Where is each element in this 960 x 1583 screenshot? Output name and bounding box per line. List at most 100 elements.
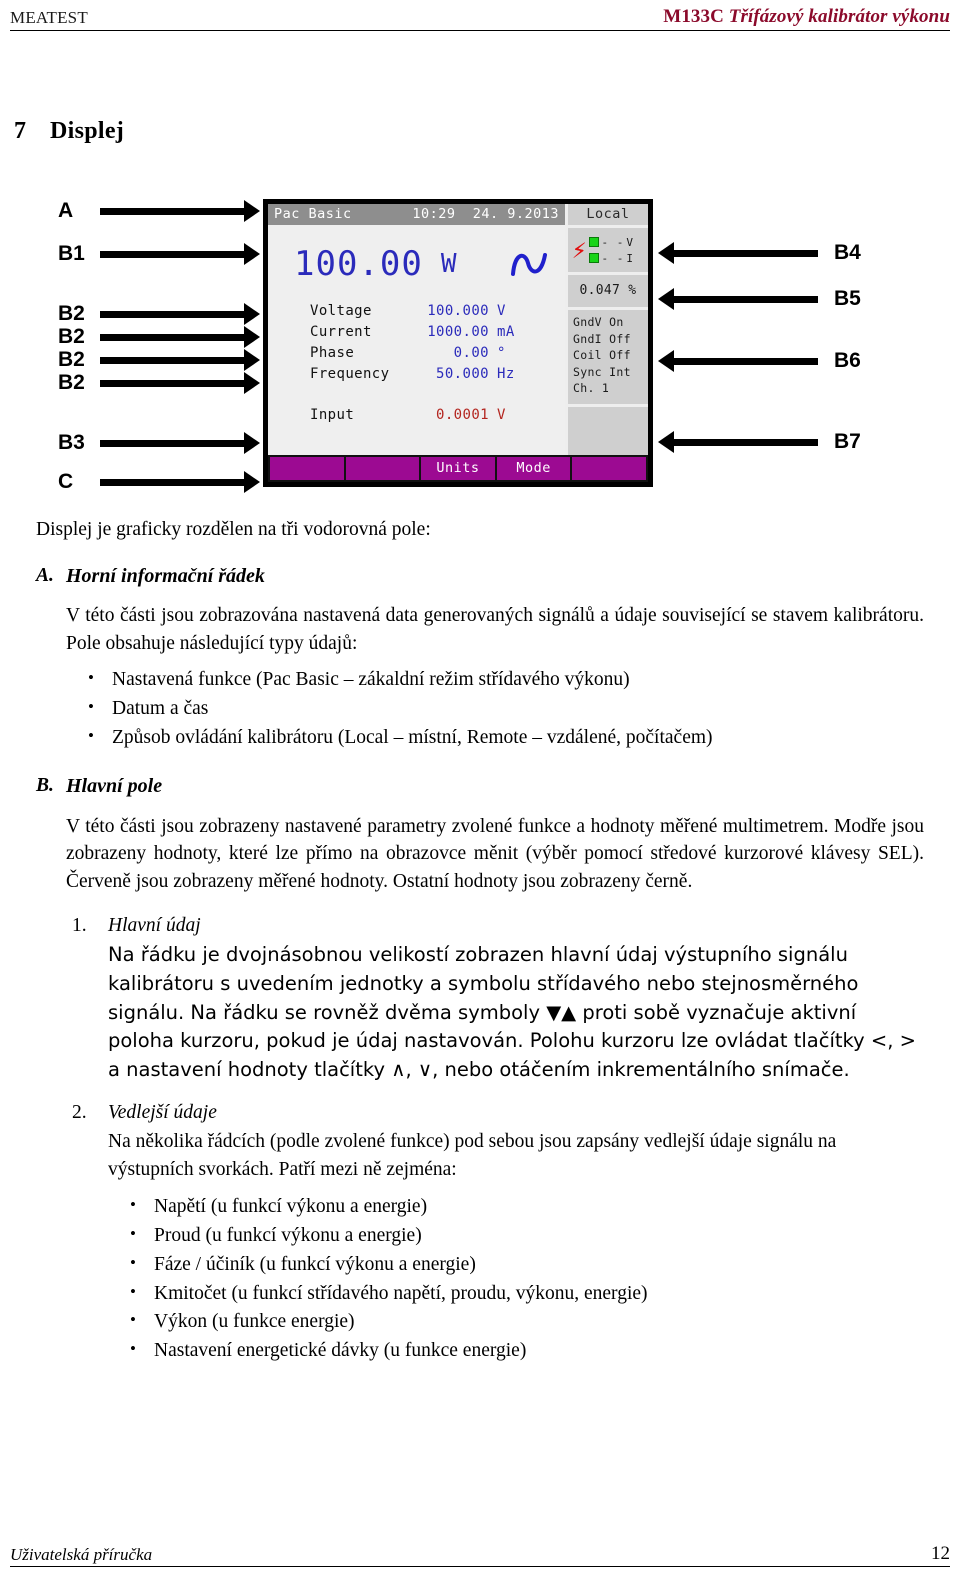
callout-label: B2 — [58, 348, 85, 371]
section-number: 7 — [14, 118, 27, 144]
section-title: Displej — [50, 118, 125, 144]
arrow-left-icon — [658, 350, 818, 372]
section-a-content: Horní informační řádek V této části jsou… — [66, 562, 924, 754]
lcd-status-list: GndV On GndI Off Coil Off Sync Int Ch. 1 — [568, 310, 648, 404]
lcd-topbar-main: Pac Basic 10:29 24. 9.2013 — [268, 204, 565, 225]
item-number: 2. — [72, 1101, 87, 1123]
lcd-inner: Pac Basic 10:29 24. 9.2013 Local 100.00 … — [268, 204, 648, 482]
list-item: Výkon (u funkce energie) — [108, 1308, 924, 1336]
section-b-content: Hlavní pole V této části jsou zobrazeny … — [66, 772, 924, 1379]
lcd-parameter-table: Voltage 100.000 V Current 1000.00 mA Pha… — [268, 303, 565, 387]
softkey-5[interactable] — [572, 457, 646, 480]
numbered-item-2: 2. Vedlejší údaje Na několika řádcích (p… — [66, 1099, 924, 1366]
page-footer: Uživatelská příručka 12 — [10, 1543, 950, 1567]
callout-label: B2 — [58, 371, 85, 394]
lcd-uncertainty-value: 0.047 % — [568, 275, 648, 307]
callout-b3: B3 — [58, 431, 260, 455]
callout-label: C — [58, 470, 74, 493]
callout-b6: B6 — [658, 349, 861, 373]
lcd-parameter-value: 1000.00 — [427, 324, 489, 340]
numbered-item-1: 1. Hlavní údaj Na řádku je dvojnásobnou … — [66, 912, 924, 1085]
lcd-date: 24. 9.2013 — [472, 206, 559, 222]
item-text: Na řádku je dvojnásobnou velikostí zobra… — [108, 943, 916, 1082]
callout-label: B2 — [58, 302, 85, 325]
lcd-status-column: ⚡ - - V - - I 0.047 % GndV On GndI Off C… — [568, 225, 648, 455]
footer-document-name: Uživatelská příručka — [10, 1545, 153, 1564]
terminal-rows: - - V - - I — [589, 236, 633, 265]
lcd-parameter-name: Phase — [310, 345, 355, 361]
callout-label: A — [58, 199, 74, 222]
callout-label: B6 — [834, 349, 861, 372]
lcd-parameter-unit: mA — [497, 324, 515, 340]
lcd-parameter-value: 0.00 — [453, 345, 489, 361]
callout-b2-current: B2 — [58, 325, 260, 349]
lcd-top-info-bar: Pac Basic 10:29 24. 9.2013 Local — [268, 204, 648, 225]
item-text: Na několika řádcích (podle zvolené funkc… — [108, 1131, 837, 1181]
softkey-mode[interactable]: Mode — [496, 457, 571, 480]
item-title: Vedlejší údaje — [108, 1101, 217, 1123]
section-b: B. Hlavní pole V této části jsou zobraze… — [36, 772, 924, 1379]
status-line-gndv: GndV On — [573, 315, 624, 329]
lcd-parameter-unit: Hz — [497, 366, 515, 382]
arrow-right-icon — [100, 243, 260, 265]
list-item: Nastavení energetické dávky (u funkce en… — [108, 1337, 924, 1365]
item-title: Hlavní údaj — [108, 914, 201, 936]
terminal-row-voltage: - - V — [589, 236, 633, 249]
terminal-row-current: - - I — [589, 252, 633, 265]
status-line-channel: Ch. 1 — [573, 381, 610, 395]
lcd-parameter-row: Current 1000.00 mA — [268, 324, 565, 345]
lcd-parameter-unit: ° — [497, 345, 506, 361]
header-document-title: M133C Třífázový kalibrátor výkonu — [663, 6, 950, 28]
arrow-left-icon — [658, 431, 818, 453]
terminal-label: V — [626, 235, 634, 249]
lcd-parameter-value: 50.000 — [436, 366, 489, 382]
lcd-terminal-status: ⚡ - - V - - I — [568, 228, 648, 272]
lcd-function-name: Pac Basic — [274, 206, 352, 222]
callout-label: B4 — [834, 241, 861, 264]
arrow-right-icon — [100, 432, 260, 454]
arrow-left-icon — [658, 242, 818, 264]
lcd-main-field: 100.00 W Voltage 100.000 V Current 1000.… — [268, 225, 565, 455]
lcd-parameter-name: Voltage — [310, 303, 372, 319]
led-green-icon — [589, 237, 600, 247]
status-line-gndi: GndI Off — [573, 331, 631, 346]
list-item: Nastavená funkce (Pac Basic – zákaldní r… — [66, 666, 924, 694]
section-b-item2-bullets: Napětí (u funkcí výkonu a energie) Proud… — [108, 1193, 924, 1365]
callout-label: B1 — [58, 242, 85, 265]
callout-label: B3 — [58, 431, 85, 454]
list-item: Napětí (u funkcí výkonu a energie) — [108, 1193, 924, 1221]
lcd-softkey-bar: Units Mode — [268, 455, 648, 482]
list-item: Způsob ovládání kalibrátoru (Local – mís… — [66, 724, 924, 752]
arrow-right-icon — [100, 471, 260, 493]
lcd-parameter-value: 100.000 — [427, 303, 489, 319]
terminal-label: I — [626, 251, 634, 265]
section-a-marker: A. — [36, 564, 54, 586]
softkey-units[interactable]: Units — [421, 457, 495, 480]
lcd-main-value: 100.00 — [294, 244, 423, 284]
list-item: Fáze / účiník (u funkcí výkonu a energie… — [108, 1251, 924, 1279]
arrow-right-icon — [100, 372, 260, 394]
led-green-icon — [589, 253, 600, 263]
callout-b7: B7 — [658, 430, 861, 454]
section-a: A. Horní informační řádek V této části j… — [36, 562, 924, 754]
arrow-right-icon — [100, 200, 260, 222]
arrow-left-icon — [658, 288, 818, 310]
callout-b1: B1 — [58, 242, 260, 266]
section-b-items: 1. Hlavní údaj Na řádku je dvojnásobnou … — [66, 912, 924, 1366]
section-b-title: Hlavní pole — [66, 775, 163, 798]
lcd-input-value: 0.0001 — [436, 407, 489, 423]
list-item: Datum a čas — [66, 695, 924, 723]
callout-b4: B4 — [658, 241, 861, 265]
softkey-2[interactable] — [345, 457, 420, 480]
display-figure: A B1 B2 B2 B2 B2 B3 C B4 B5 B6 B7 Pac Ba… — [0, 185, 960, 505]
lcd-parameter-name: Frequency — [310, 366, 390, 382]
lcd-control-mode: Local — [565, 204, 648, 225]
softkey-1[interactable] — [270, 457, 344, 480]
item-number: 1. — [72, 914, 87, 936]
lcd-input-name: Input — [310, 407, 355, 423]
lcd-input-unit: V — [497, 407, 506, 423]
lcd-parameter-name: Current — [310, 324, 372, 340]
section-b-marker: B. — [36, 775, 54, 797]
high-voltage-icon: ⚡ — [572, 236, 587, 264]
list-item: Kmitočet (u funkcí střídavého napětí, pr… — [108, 1280, 924, 1308]
